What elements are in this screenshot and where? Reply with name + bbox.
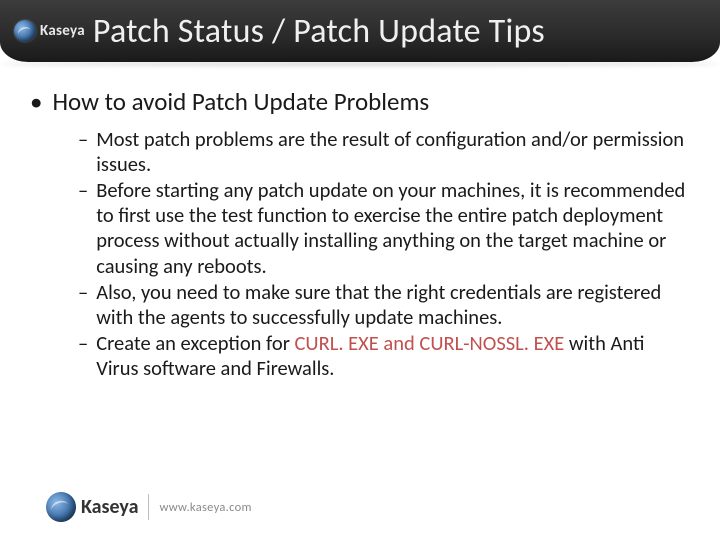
footer: Kaseya www.kaseya.com [46, 492, 252, 522]
footer-logo: Kaseya [46, 492, 138, 522]
swirl-icon [14, 20, 36, 42]
brand-name: Kaseya [40, 22, 85, 40]
slide: Kaseya Patch Status / Patch Update Tips … [0, 0, 720, 540]
separator [148, 494, 149, 520]
header-bar: Kaseya Patch Status / Patch Update Tips [0, 0, 720, 62]
bullet-level2: – Also, you need to make sure that the r… [78, 280, 686, 330]
dash-icon: – [78, 178, 88, 279]
footer-url: www.kaseya.com [159, 500, 251, 515]
bullet-level2-text: Also, you need to make sure that the rig… [96, 280, 686, 330]
bullet-level2-text: Most patch problems are the result of co… [96, 127, 686, 177]
dash-icon: – [78, 127, 88, 177]
bullet-level2-text: Before starting any patch update on your… [96, 178, 686, 279]
bullet-level2-text: Create an exception for CURL. EXE and CU… [96, 331, 686, 381]
header-logo: Kaseya [14, 20, 85, 42]
bullet-level2: – Create an exception for CURL. EXE and … [78, 331, 686, 381]
swirl-icon [46, 492, 76, 522]
bullet-level2: – Most patch problems are the result of … [78, 127, 686, 177]
slide-title: Patch Status / Patch Update Tips [93, 11, 545, 52]
dash-icon: – [78, 331, 88, 381]
content-area: • How to avoid Patch Update Problems – M… [0, 62, 720, 382]
bullet-dot-icon: • [30, 86, 42, 119]
bullet-level2: – Before starting any patch update on yo… [78, 178, 686, 279]
dash-icon: – [78, 280, 88, 330]
brand-name: Kaseya [81, 495, 138, 519]
bullet-level1: • How to avoid Patch Update Problems [30, 86, 686, 119]
highlight-text: CURL. EXE and CURL-NOSSL. EXE [294, 330, 564, 356]
sublist: – Most patch problems are the result of … [30, 127, 686, 382]
bullet-level1-text: How to avoid Patch Update Problems [52, 86, 429, 119]
